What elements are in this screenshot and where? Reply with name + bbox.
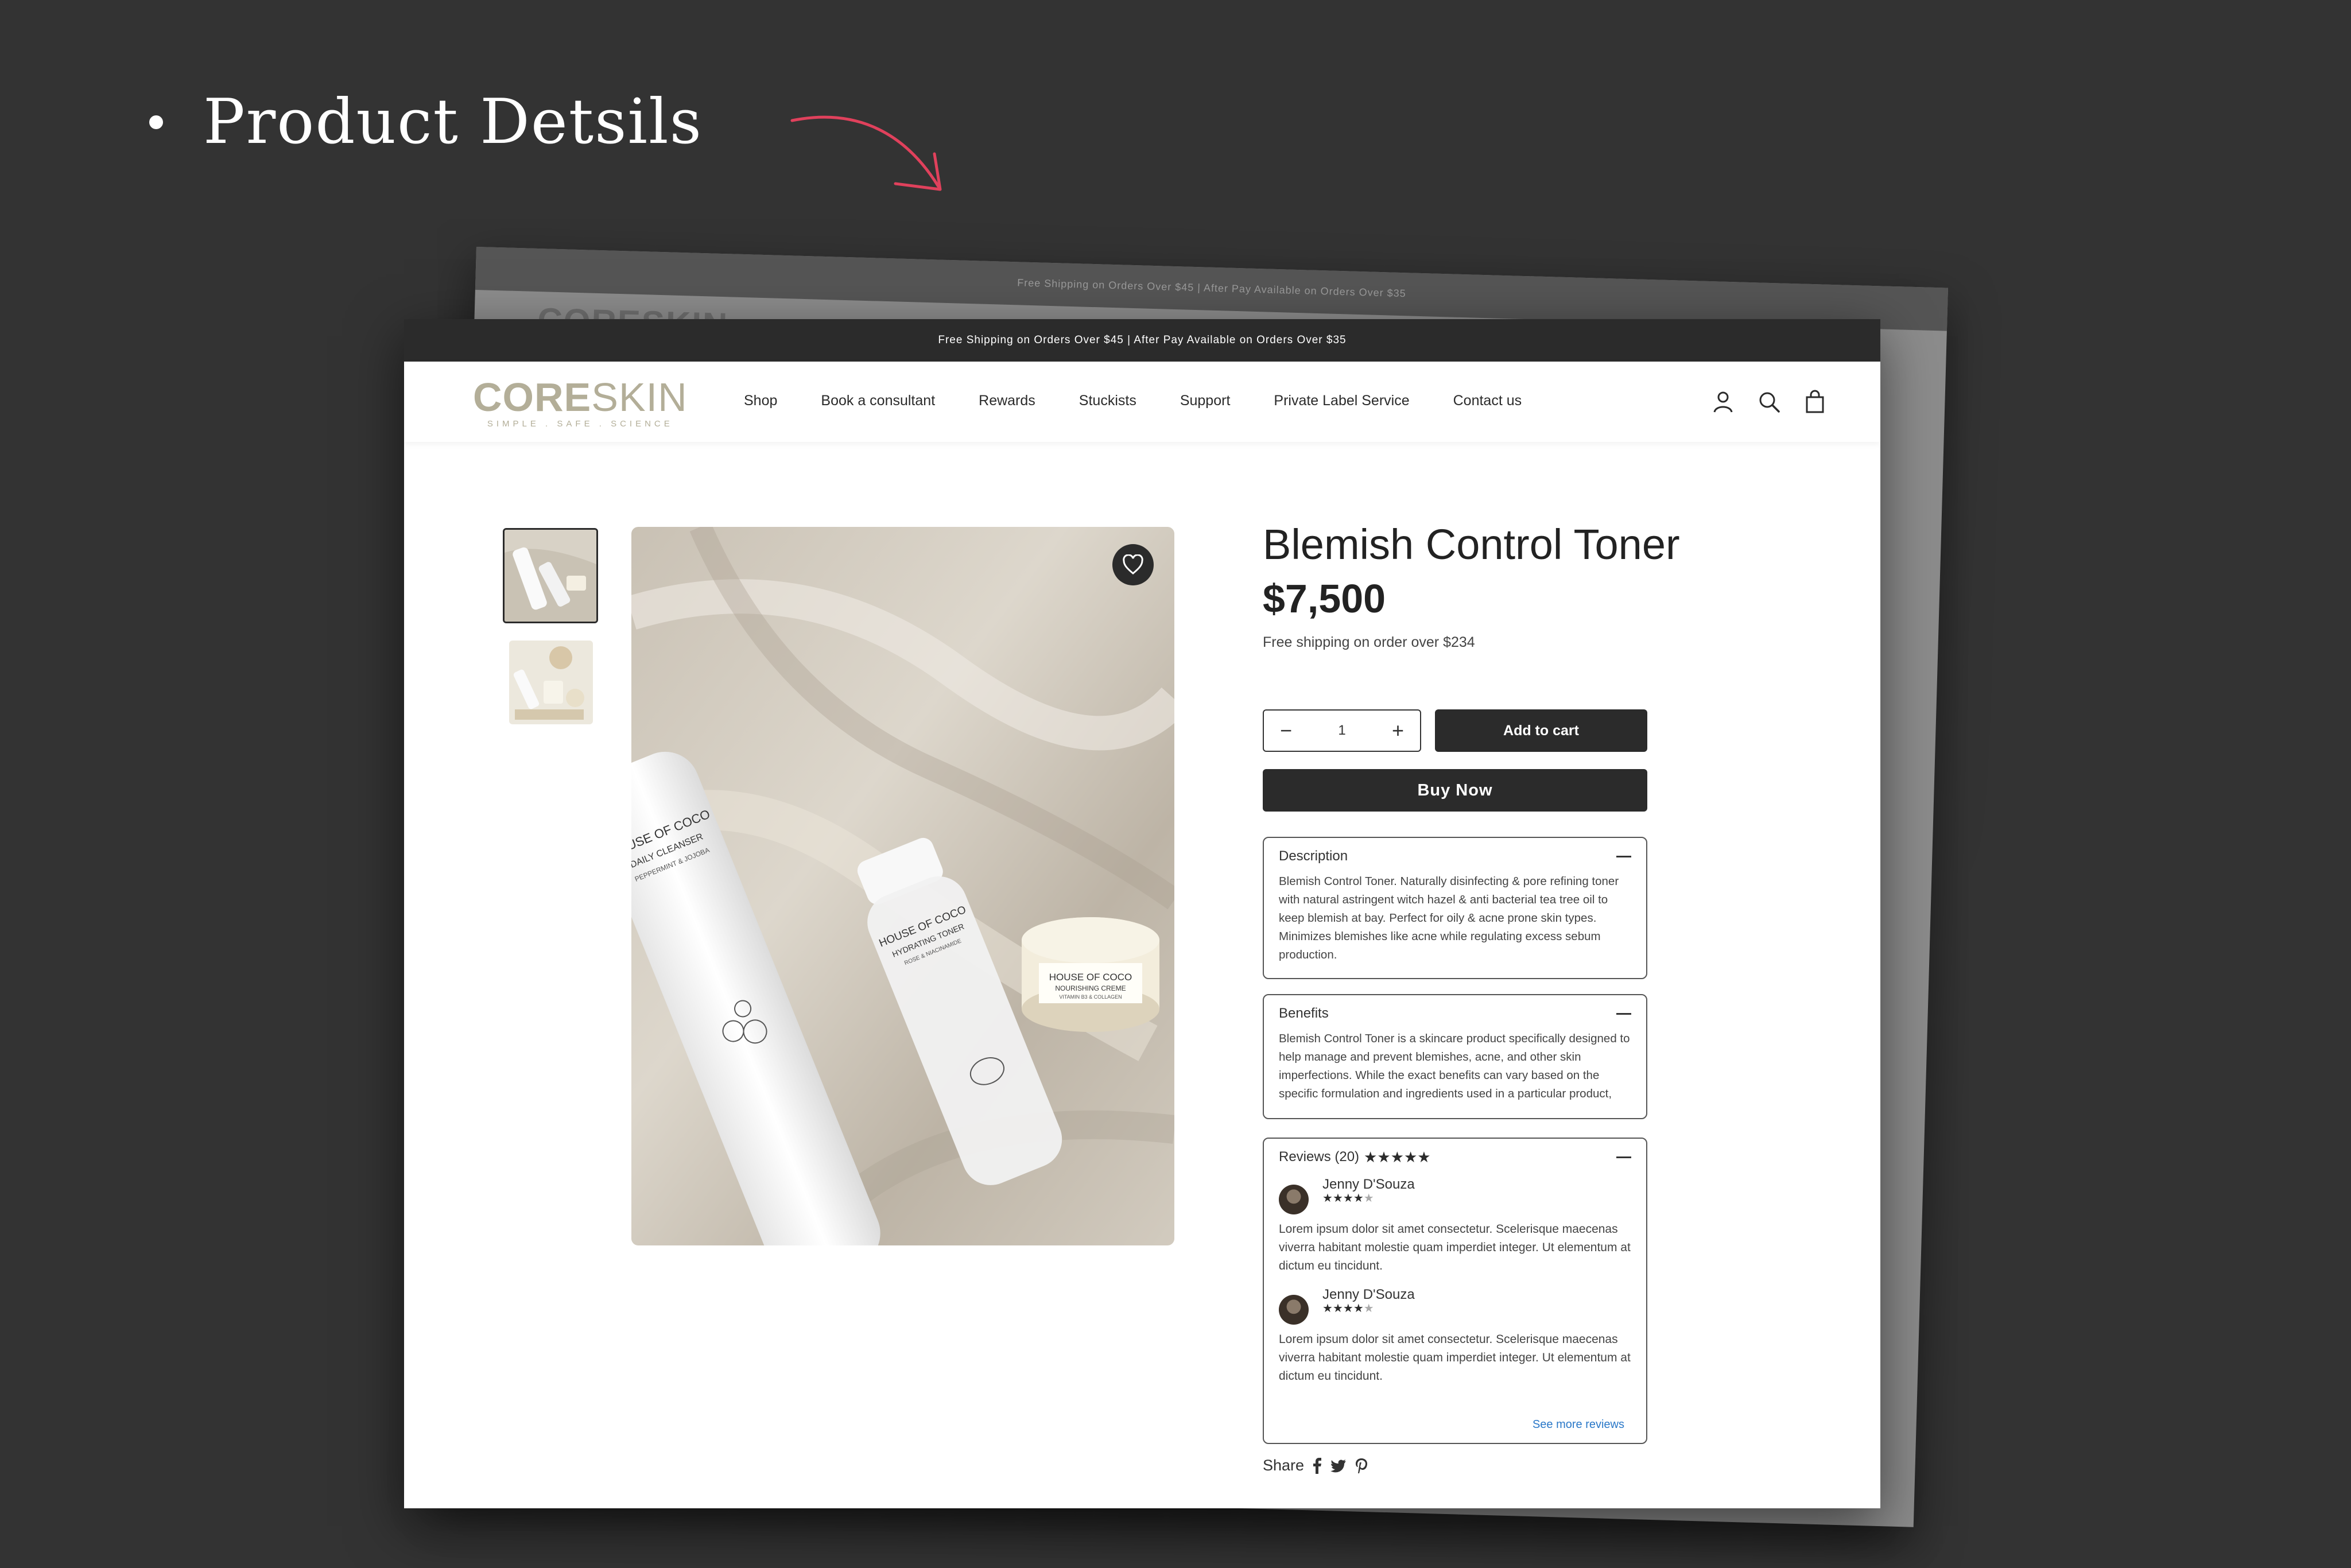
collapse-minus-icon[interactable] bbox=[1616, 855, 1631, 857]
star-icon: ★ bbox=[1332, 1192, 1343, 1205]
jar-brand: HOUSE OF COCO bbox=[1049, 972, 1132, 983]
nav-item-rewards[interactable]: Rewards bbox=[979, 393, 1035, 409]
product-title: Blemish Control Toner bbox=[1263, 521, 1680, 568]
thumbnail-1-image bbox=[505, 530, 596, 622]
logo-core: CORE bbox=[473, 375, 592, 420]
add-to-cart-button[interactable]: Add to cart bbox=[1435, 709, 1647, 752]
product-page-frame: Free Shipping on Orders Over $45 | After… bbox=[404, 319, 1880, 1508]
star-empty-icon: ★ bbox=[1363, 1302, 1374, 1315]
star-icon: ★ bbox=[1353, 1192, 1364, 1205]
main-menu: Shop Book a consultant Rewards Stuckists… bbox=[744, 393, 1565, 409]
review-text: Lorem ipsum dolor sit amet consectetur. … bbox=[1279, 1222, 1631, 1272]
product-details: Blemish Control Toner $7,500 Free shippi… bbox=[1263, 520, 1680, 1474]
reviews-header[interactable]: Reviews (20) ★★★★★ bbox=[1279, 1149, 1631, 1165]
nav-item-contact[interactable]: Contact us bbox=[1453, 393, 1522, 409]
reviewer-name: Jenny D'Souza bbox=[1322, 1287, 1415, 1302]
reviewer-name: Jenny D'Souza bbox=[1322, 1177, 1415, 1192]
star-icon: ★ bbox=[1364, 1148, 1378, 1166]
product-thumbnail-1[interactable] bbox=[503, 528, 598, 623]
nav-item-support[interactable]: Support bbox=[1180, 393, 1231, 409]
benefits-header[interactable]: Benefits bbox=[1279, 1006, 1631, 1022]
cart-icon[interactable] bbox=[1802, 389, 1828, 414]
reviews-title: Reviews (20) bbox=[1279, 1149, 1360, 1165]
overall-rating-stars: ★★★★★ bbox=[1364, 1150, 1431, 1165]
star-icon: ★ bbox=[1417, 1148, 1431, 1166]
coreskin-logo[interactable]: CORESKIN SIMPLE . SAFE . SCIENCE bbox=[473, 377, 688, 429]
reviews-accordion: Reviews (20) ★★★★★ Jenny D'Souza ★★★★★ L… bbox=[1263, 1138, 1647, 1444]
star-icon: ★ bbox=[1403, 1148, 1418, 1166]
nav-item-book-consultant[interactable]: Book a consultant bbox=[821, 393, 935, 409]
product-photo: HOUSE OF COCO DAILY CLEANSER PEPPERMINT … bbox=[631, 527, 1174, 1245]
share-label: Share bbox=[1263, 1457, 1305, 1474]
quantity-increase-button[interactable]: + bbox=[1392, 720, 1404, 741]
description-header[interactable]: Description bbox=[1279, 848, 1631, 864]
star-icon: ★ bbox=[1353, 1302, 1364, 1315]
quantity-value[interactable]: 1 bbox=[1338, 723, 1345, 739]
star-icon: ★ bbox=[1390, 1148, 1404, 1166]
jar-name: NOURISHING CREME bbox=[1055, 984, 1126, 992]
benefits-title: Benefits bbox=[1279, 1006, 1329, 1021]
review-item: Jenny D'Souza ★★★★★ Lorem ipsum dolor si… bbox=[1279, 1177, 1631, 1275]
heading-text: Product Detsils bbox=[203, 86, 703, 158]
purchase-row: − 1 + Add to cart bbox=[1263, 709, 1647, 752]
reviewer-avatar bbox=[1279, 1295, 1309, 1325]
search-icon[interactable] bbox=[1756, 389, 1782, 414]
account-icon[interactable] bbox=[1710, 389, 1736, 414]
benefits-accordion: Benefits Blemish Control Toner is a skin… bbox=[1263, 994, 1647, 1119]
pointer-arrow-icon bbox=[790, 115, 942, 191]
star-icon: ★ bbox=[1377, 1148, 1391, 1166]
nav-item-private-label[interactable]: Private Label Service bbox=[1274, 393, 1409, 409]
description-title: Description bbox=[1279, 848, 1348, 864]
product-price: $7,500 bbox=[1263, 576, 1386, 621]
star-icon: ★ bbox=[1322, 1192, 1333, 1205]
description-body: Blemish Control Toner. Naturally disinfe… bbox=[1279, 875, 1619, 961]
product-main-image: HOUSE OF COCO DAILY CLEANSER PEPPERMINT … bbox=[631, 527, 1174, 1245]
star-icon: ★ bbox=[1322, 1302, 1333, 1315]
twitter-icon[interactable] bbox=[1330, 1459, 1347, 1473]
logo-tagline: SIMPLE . SAFE . SCIENCE bbox=[487, 419, 673, 429]
section-heading: Product Detsils bbox=[149, 86, 703, 158]
product-thumbnail-2[interactable] bbox=[509, 641, 593, 724]
quantity-stepper: − 1 + bbox=[1263, 709, 1421, 752]
benefits-body: Blemish Control Toner is a skincare prod… bbox=[1279, 1032, 1630, 1100]
buy-now-button[interactable]: Buy Now bbox=[1263, 769, 1647, 812]
logo-skin: SKIN bbox=[591, 375, 688, 420]
star-icon: ★ bbox=[1343, 1192, 1353, 1205]
reviewer-avatar bbox=[1279, 1185, 1309, 1214]
announcement-bar: Free Shipping on Orders Over $45 | After… bbox=[404, 319, 1880, 362]
shipping-note: Free shipping on order over $234 bbox=[1263, 634, 1475, 650]
star-icon: ★ bbox=[1332, 1302, 1343, 1315]
facebook-icon[interactable] bbox=[1312, 1457, 1322, 1474]
announcement-text: Free Shipping on Orders Over $45 | After… bbox=[938, 334, 1347, 346]
description-accordion: Description Blemish Control Toner. Natur… bbox=[1263, 837, 1647, 979]
jar-sub: VITAMIN B3 & COLLAGEN bbox=[1059, 994, 1122, 1000]
nav-item-shop[interactable]: Shop bbox=[744, 393, 777, 409]
star-icon: ★ bbox=[1343, 1302, 1353, 1315]
review-rating-stars: ★★★★★ bbox=[1322, 1303, 1415, 1315]
collapse-minus-icon[interactable] bbox=[1616, 1156, 1631, 1158]
thumbnail-2-image bbox=[509, 641, 593, 724]
review-rating-stars: ★★★★★ bbox=[1322, 1193, 1415, 1205]
review-item: Jenny D'Souza ★★★★★ Lorem ipsum dolor si… bbox=[1279, 1287, 1631, 1385]
header-icons bbox=[1710, 389, 1828, 414]
header-nav: CORESKIN SIMPLE . SAFE . SCIENCE Shop Bo… bbox=[404, 362, 1880, 442]
nav-item-stuckists[interactable]: Stuckists bbox=[1079, 393, 1136, 409]
see-more-reviews-link[interactable]: See more reviews bbox=[1533, 1418, 1624, 1431]
quantity-decrease-button[interactable]: − bbox=[1280, 720, 1292, 741]
star-empty-icon: ★ bbox=[1363, 1192, 1374, 1205]
pinterest-icon[interactable] bbox=[1355, 1458, 1368, 1474]
heart-icon bbox=[1123, 554, 1143, 575]
review-text: Lorem ipsum dolor sit amet consectetur. … bbox=[1279, 1333, 1631, 1383]
collapse-minus-icon[interactable] bbox=[1616, 1012, 1631, 1015]
share-row: Share bbox=[1263, 1457, 1368, 1474]
bullet-dot bbox=[149, 115, 163, 129]
wishlist-button[interactable] bbox=[1112, 544, 1154, 585]
